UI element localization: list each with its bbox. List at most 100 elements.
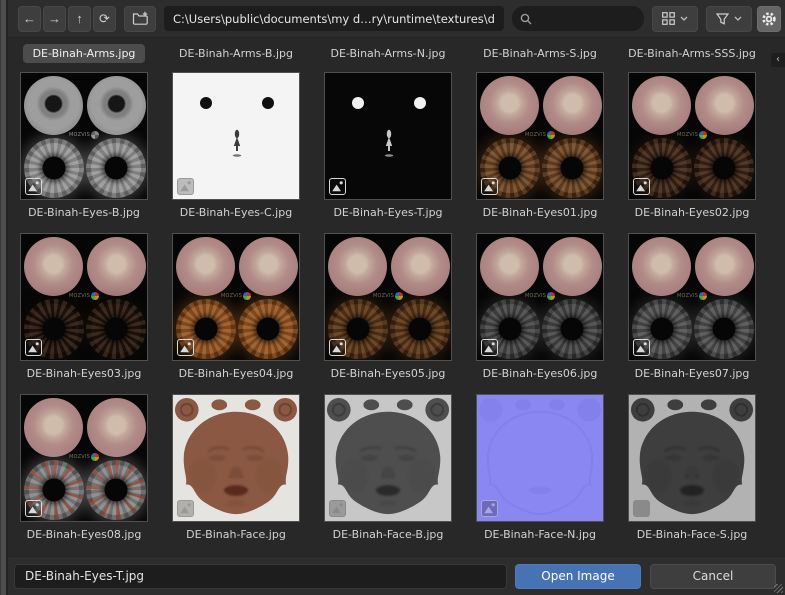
- image-file-icon: [481, 178, 498, 195]
- file-name-label: DE-Binah-Eyes01.jpg: [482, 206, 598, 219]
- file-label[interactable]: DE-Binah-Arms-SSS.jpg: [618, 44, 766, 63]
- image-file-icon: [25, 339, 42, 356]
- watermark-logo: MOZVIS: [69, 131, 99, 139]
- watermark-logo: MOZVIS: [525, 292, 555, 300]
- file-browser-window: ← → ↑ ⟳ C:\Users\public\documents\my d…r…: [0, 0, 785, 595]
- file-label-cell: DE-Binah-Arms-B.jpg: [172, 44, 300, 63]
- file-tile[interactable]: DE-Binah-Face.jpg: [172, 394, 300, 541]
- tiny-figure-graphic: [232, 129, 242, 157]
- file-tile[interactable]: MOZVIS DE-Binah-Eyes01.jpg: [476, 72, 604, 219]
- parent-directory-button[interactable]: ↑: [68, 5, 91, 32]
- cancel-button[interactable]: Cancel: [650, 563, 776, 589]
- image-file-icon: [177, 178, 194, 195]
- file-tile[interactable]: MOZVIS DE-Binah-Eyes08.jpg: [20, 394, 148, 541]
- open-image-button[interactable]: Open Image: [515, 563, 641, 589]
- file-tile[interactable]: DE-Binah-Face-S.jpg: [628, 394, 756, 541]
- image-file-icon: [481, 339, 498, 356]
- file-name-label: DE-Binah-Eyes07.jpg: [634, 367, 750, 380]
- create-directory-button[interactable]: [124, 5, 156, 32]
- file-name-label: DE-Binah-Eyes-B.jpg: [28, 206, 140, 219]
- file-tile[interactable]: MOZVIS DE-Binah-Eyes04.jpg: [172, 233, 300, 380]
- file-name-label: DE-Binah-Face-B.jpg: [332, 528, 444, 541]
- file-thumbnail[interactable]: MOZVIS: [324, 233, 452, 361]
- file-tile[interactable]: MOZVIS DE-Binah-Eyes05.jpg: [324, 233, 452, 380]
- image-file-icon: [633, 500, 650, 517]
- file-name-label: DE-Binah-Eyes03.jpg: [26, 367, 142, 380]
- display-mode-button[interactable]: [652, 5, 698, 32]
- file-name-label: DE-Binah-Eyes05.jpg: [330, 367, 446, 380]
- filename-input[interactable]: DE-Binah-Eyes-T.jpg: [14, 563, 507, 589]
- image-file-icon: [25, 500, 42, 517]
- file-thumbnail[interactable]: MOZVIS: [476, 72, 604, 200]
- chevron-down-icon: [680, 16, 688, 21]
- up-arrow-icon: ↑: [76, 11, 83, 26]
- file-label[interactable]: DE-Binah-Arms-N.jpg: [320, 44, 455, 63]
- file-label[interactable]: DE-Binah-Arms-B.jpg: [169, 44, 303, 63]
- file-tile[interactable]: MOZVIS DE-Binah-Eyes07.jpg: [628, 233, 756, 380]
- refresh-icon: ⟳: [99, 11, 110, 26]
- file-thumbnail[interactable]: MOZVIS: [20, 72, 148, 200]
- chevron-left-icon: ‹: [776, 54, 780, 65]
- file-tile[interactable]: MOZVIS DE-Binah-Eyes02.jpg: [628, 72, 756, 219]
- filename-text: DE-Binah-Eyes-T.jpg: [25, 569, 145, 583]
- file-tile[interactable]: MOZVIS DE-Binah-Eyes06.jpg: [476, 233, 604, 380]
- selected-file-label[interactable]: DE-Binah-Arms.jpg: [22, 43, 146, 63]
- image-file-icon: [481, 500, 498, 517]
- file-name-label: DE-Binah-Eyes-C.jpg: [179, 206, 293, 219]
- image-file-icon: [633, 178, 650, 195]
- gear-icon: [762, 11, 776, 26]
- refresh-button[interactable]: ⟳: [93, 5, 116, 32]
- file-name-label: DE-Binah-Face.jpg: [186, 528, 286, 541]
- watermark-logo: MOZVIS: [69, 292, 99, 300]
- file-name-label: DE-Binah-Eyes02.jpg: [634, 206, 750, 219]
- file-label-cell: DE-Binah-Arms-N.jpg: [324, 44, 452, 63]
- tiny-figure-graphic: [384, 129, 394, 157]
- file-thumbnail[interactable]: [476, 394, 604, 522]
- new-folder-icon: [132, 11, 148, 25]
- file-tile[interactable]: MOZVIS DE-Binah-Eyes-B.jpg: [20, 72, 148, 219]
- file-thumbnail[interactable]: MOZVIS: [20, 233, 148, 361]
- file-tile[interactable]: DE-Binah-Eyes-C.jpg: [172, 72, 300, 219]
- path-field[interactable]: C:\Users\public\documents\my d…ry\runtim…: [164, 6, 504, 31]
- file-tile[interactable]: DE-Binah-Face-B.jpg: [324, 394, 452, 541]
- file-thumbnail[interactable]: [628, 394, 756, 522]
- navigation-buttons: ← → ↑ ⟳: [18, 5, 116, 32]
- back-button[interactable]: ←: [18, 5, 41, 32]
- file-label-cell: DE-Binah-Arms-SSS.jpg: [628, 44, 756, 63]
- file-thumbnail[interactable]: [172, 394, 300, 522]
- file-thumbnail[interactable]: MOZVIS: [172, 233, 300, 361]
- watermark-logo: MOZVIS: [525, 131, 555, 139]
- image-file-icon: [25, 178, 42, 195]
- path-text: C:\Users\public\documents\my d…ry\runtim…: [173, 11, 495, 26]
- file-label[interactable]: DE-Binah-Arms-S.jpg: [473, 44, 607, 63]
- file-label-cell: DE-Binah-Arms.jpg: [20, 43, 148, 63]
- file-thumbnail[interactable]: MOZVIS: [476, 233, 604, 361]
- file-thumbnail[interactable]: MOZVIS: [628, 72, 756, 200]
- file-thumbnail[interactable]: MOZVIS: [628, 233, 756, 361]
- window-edge-strip: [0, 0, 8, 595]
- filter-button[interactable]: [706, 5, 752, 32]
- file-tile[interactable]: DE-Binah-Eyes-T.jpg: [324, 72, 452, 219]
- image-file-icon: [177, 339, 194, 356]
- footer-bar: DE-Binah-Eyes-T.jpg Open Image Cancel: [8, 556, 785, 595]
- file-name-label: DE-Binah-Eyes-T.jpg: [333, 206, 443, 219]
- forward-button[interactable]: →: [43, 5, 66, 32]
- resize-grip[interactable]: [774, 584, 783, 593]
- file-thumbnail[interactable]: [172, 72, 300, 200]
- file-label-cell: DE-Binah-Arms-S.jpg: [476, 44, 604, 63]
- image-file-icon: [177, 500, 194, 517]
- settings-button[interactable]: [757, 5, 781, 32]
- file-thumbnail[interactable]: [324, 394, 452, 522]
- thumbnail-grid-icon: [662, 12, 675, 25]
- file-grid: DE-Binah-Arms.jpg DE-Binah-Arms-B.jpg DE-B…: [8, 38, 785, 541]
- search-input[interactable]: [512, 6, 644, 31]
- file-name-label: DE-Binah-Eyes04.jpg: [178, 367, 294, 380]
- file-tile[interactable]: MOZVIS DE-Binah-Eyes03.jpg: [20, 233, 148, 380]
- sidebar-expand-toggle[interactable]: ‹: [771, 53, 785, 67]
- file-thumbnail[interactable]: MOZVIS: [20, 394, 148, 522]
- file-list-area[interactable]: DE-Binah-Arms.jpg DE-Binah-Arms-B.jpg DE-B…: [8, 38, 785, 556]
- image-file-icon: [329, 500, 346, 517]
- image-file-icon: [329, 339, 346, 356]
- file-thumbnail[interactable]: [324, 72, 452, 200]
- file-tile[interactable]: DE-Binah-Face-N.jpg: [476, 394, 604, 541]
